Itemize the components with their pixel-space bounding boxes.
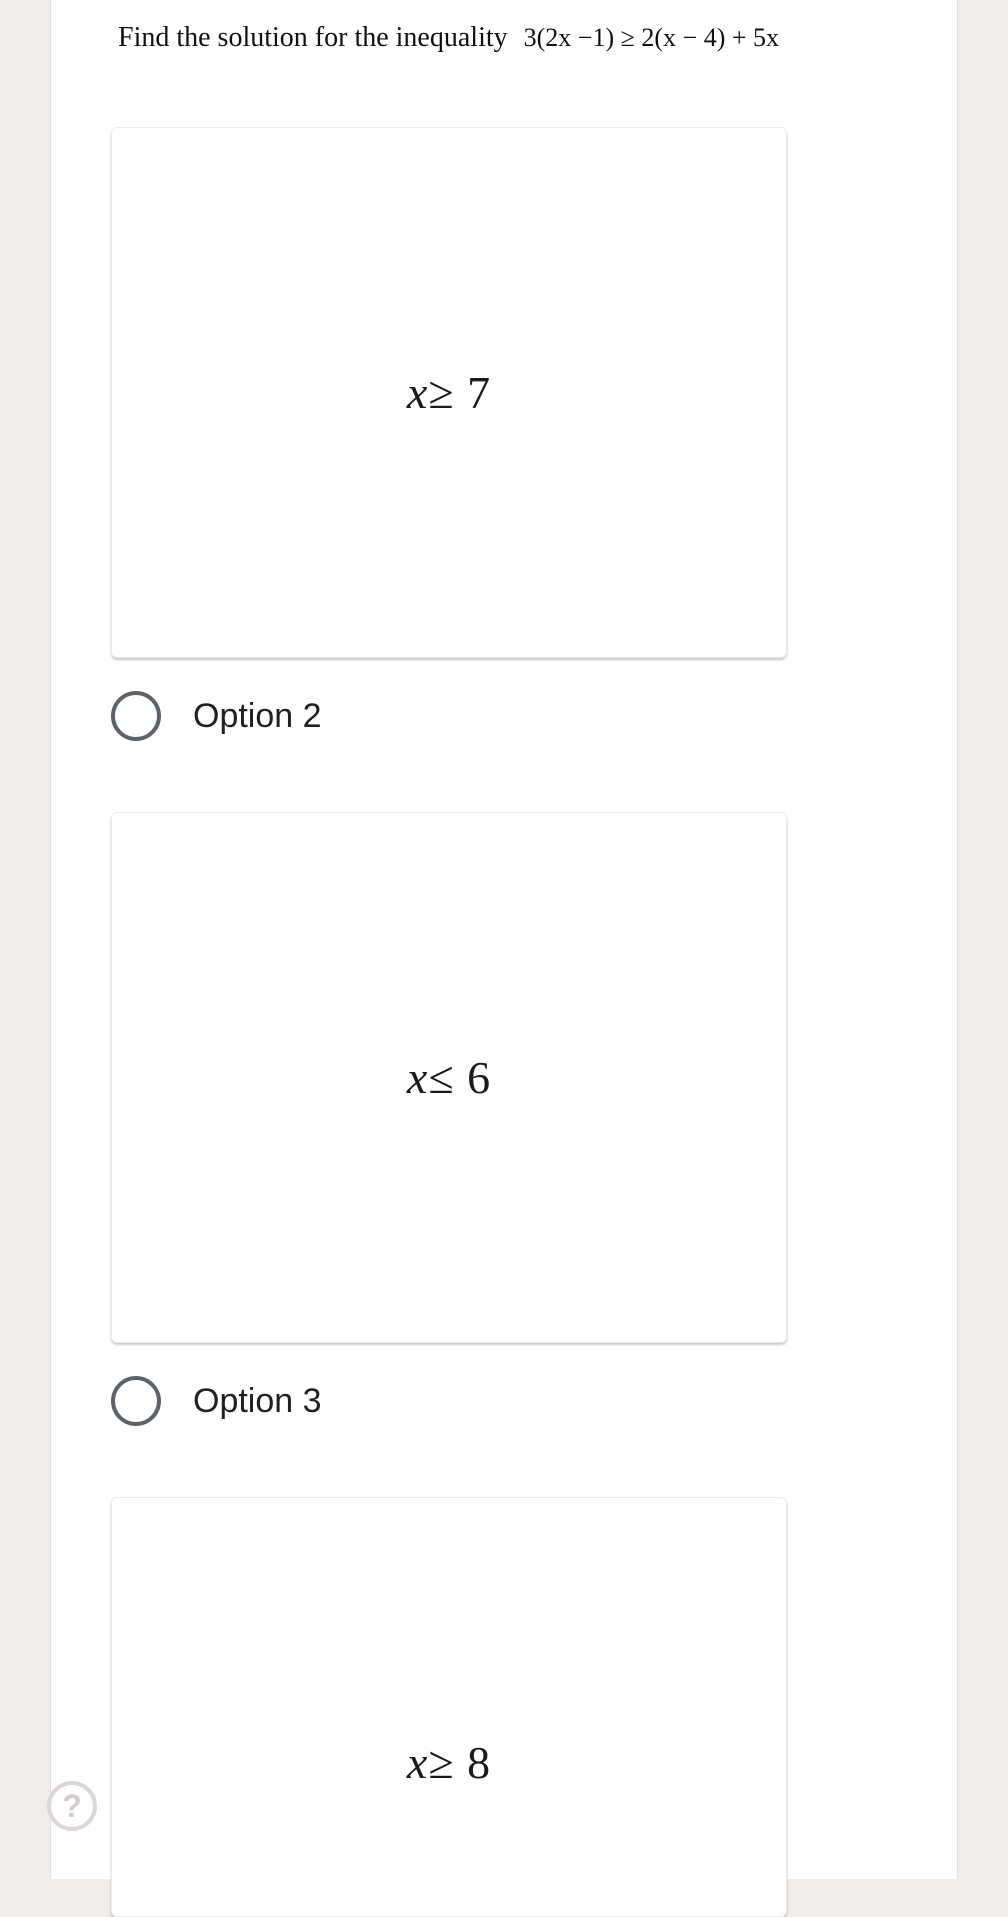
option-3-radio[interactable] [111,1376,161,1426]
option-2-math: x≤ 6 [406,1052,492,1103]
option-2-radio[interactable] [111,691,161,741]
option-2-label: Option 2 [193,696,322,735]
option-2-image: x≤ 6 [111,812,787,1343]
option-1-math: x≥ 7 [406,367,492,418]
option-3-image: x≥ 8 [111,1497,787,1917]
question-mark-icon[interactable]: ? [47,1781,97,1831]
question-formula: 3(2x −1) ≥ 2(x − 4) + 5x [523,23,780,52]
option-2-choice[interactable]: Option 2 [111,689,322,743]
option-3-math: x≥ 8 [406,1737,492,1788]
question-title: Find the solution for the inequality 3(2x… [118,22,779,54]
option-3-label: Option 3 [193,1381,322,1420]
option-1-image: x≥ 7 [111,127,787,658]
option-3-choice[interactable]: Option 3 [111,1374,322,1428]
question-text: Find the solution for the inequality [118,22,508,53]
